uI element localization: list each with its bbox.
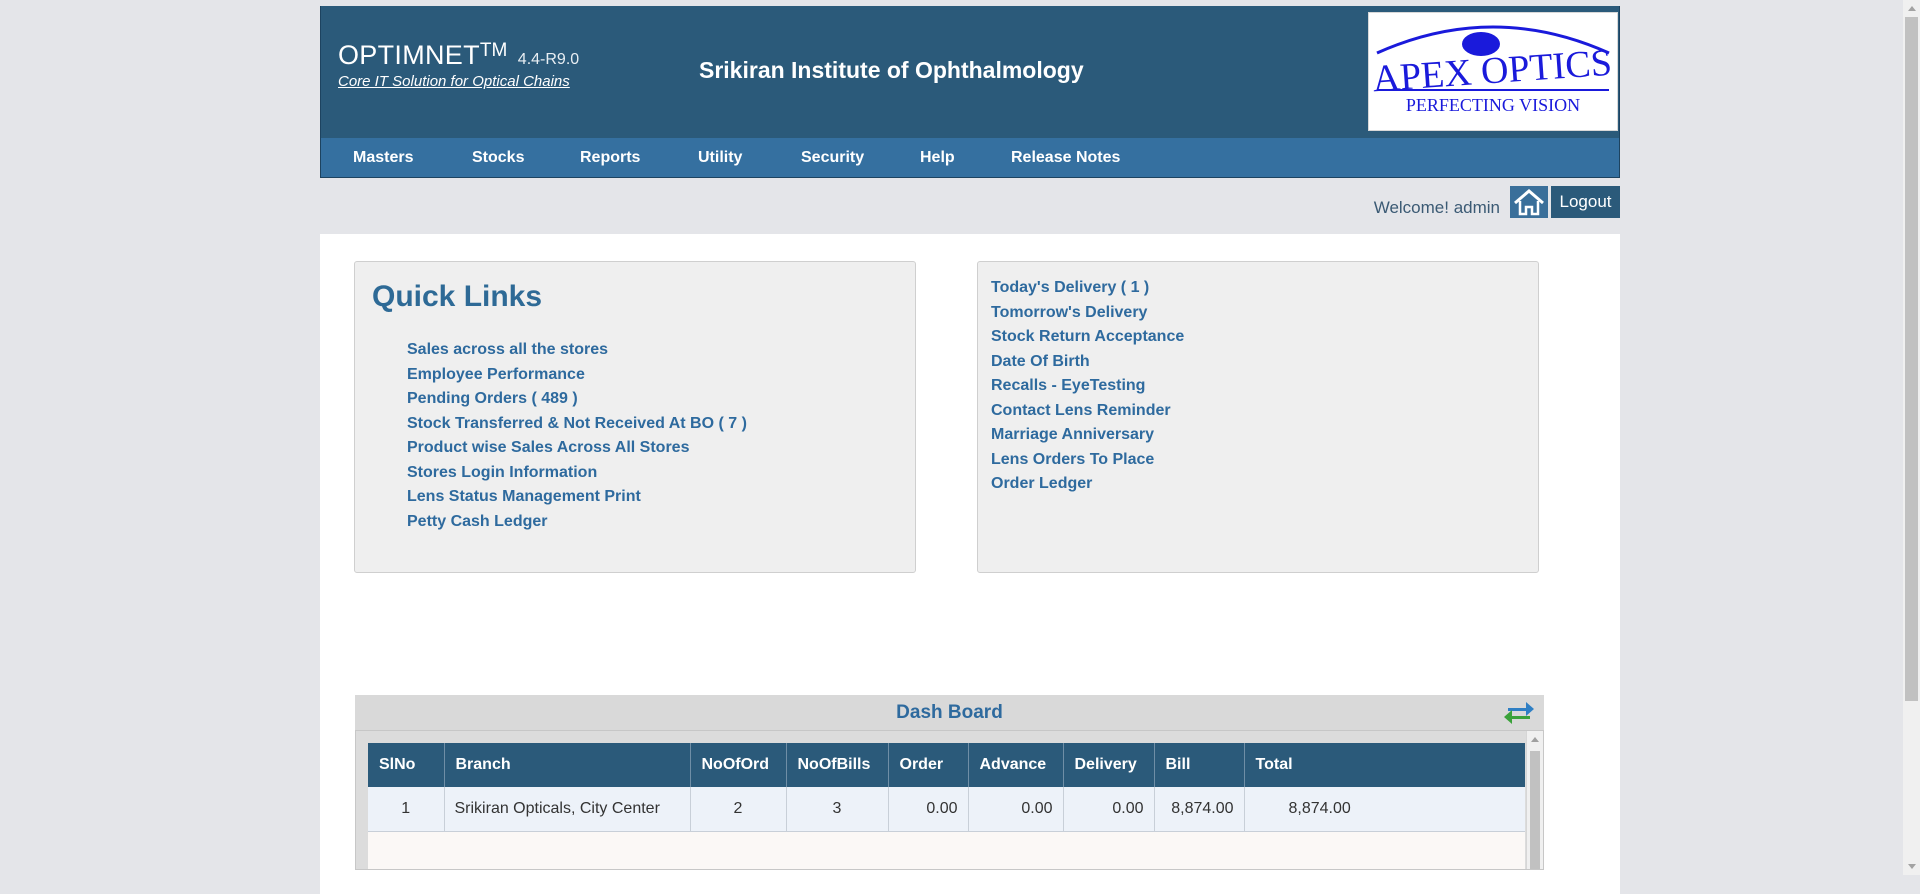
quick-link-product-wise-sales[interactable]: Product wise Sales Across All Stores [407, 436, 747, 461]
company-logo: APEX OPTICS PERFECTING VISION [1368, 12, 1618, 131]
cell-order: 0.00 [888, 787, 969, 832]
col-header-slno[interactable]: SlNo [368, 743, 445, 787]
dashboard-header: Dash Board [355, 695, 1544, 730]
nav-help[interactable]: Help [920, 138, 955, 177]
logo-text-sub: PERFECTING VISION [1406, 95, 1580, 115]
main-content: Quick Links Sales across all the stores … [320, 234, 1620, 894]
quick-link-pending-orders[interactable]: Pending Orders ( 489 ) [407, 387, 747, 412]
col-header-advance[interactable]: Advance [968, 743, 1064, 787]
quick-links-panel: Quick Links Sales across all the stores … [354, 261, 916, 573]
quick-links-list: Sales across all the stores Employee Per… [407, 338, 747, 534]
col-header-delivery[interactable]: Delivery [1063, 743, 1155, 787]
page-scroll-down-icon[interactable] [1908, 864, 1916, 869]
nav-release-notes[interactable]: Release Notes [1011, 138, 1120, 177]
app-header: OPTIMNETTM 4.4-R9.0 Core IT Solution for… [320, 6, 1620, 138]
table-scrollbar[interactable] [1526, 731, 1543, 869]
page-scrollbar-thumb[interactable] [1905, 17, 1918, 701]
app-tagline-link[interactable]: Core IT Solution for Optical Chains [338, 73, 579, 90]
trademark-mark: TM [479, 39, 508, 61]
page-scroll-up-icon[interactable] [1908, 6, 1916, 11]
nav-reports[interactable]: Reports [580, 138, 640, 177]
quick-link-lens-status[interactable]: Lens Status Management Print [407, 485, 747, 510]
home-icon [1514, 189, 1544, 216]
nav-security[interactable]: Security [801, 138, 864, 177]
app-version: 4.4-R9.0 [517, 51, 580, 68]
dashboard-table: SlNo Branch NoOfOrd NoOfBills Order Adva… [368, 743, 1525, 832]
reminder-order-ledger[interactable]: Order Ledger [991, 472, 1184, 497]
dashboard-table-viewport: SlNo Branch NoOfOrd NoOfBills Order Adva… [368, 743, 1525, 869]
reminder-stock-return[interactable]: Stock Return Acceptance [991, 325, 1184, 350]
reminders-list: Today's Delivery ( 1 ) Tomorrow's Delive… [991, 276, 1184, 497]
nav-masters[interactable]: Masters [353, 138, 413, 177]
quick-link-stores-login[interactable]: Stores Login Information [407, 461, 747, 486]
page-scrollbar[interactable] [1903, 0, 1920, 875]
col-header-nooford[interactable]: NoOfOrd [690, 743, 787, 787]
refresh-icon [1504, 702, 1534, 724]
reminder-contact-lens[interactable]: Contact Lens Reminder [991, 399, 1184, 424]
nav-utility[interactable]: Utility [698, 138, 742, 177]
nav-stocks[interactable]: Stocks [472, 138, 524, 177]
table-header-row: SlNo Branch NoOfOrd NoOfBills Order Adva… [368, 743, 1525, 787]
reminders-panel: Today's Delivery ( 1 ) Tomorrow's Delive… [977, 261, 1539, 573]
cell-noofbills: 3 [786, 787, 889, 832]
col-header-bill[interactable]: Bill [1154, 743, 1245, 787]
organization-name: Srikiran Institute of Ophthalmology [699, 57, 1084, 83]
brand: OPTIMNETTM 4.4-R9.0 Core IT Solution for… [338, 40, 579, 90]
reminder-todays-delivery[interactable]: Today's Delivery ( 1 ) [991, 276, 1184, 301]
user-bar: Welcome! admin Logout [1220, 186, 1620, 218]
reminder-recalls-eyetesting[interactable]: Recalls - EyeTesting [991, 374, 1184, 399]
cell-bill: 8,874.00 [1154, 787, 1245, 832]
cell-nooford: 2 [690, 787, 787, 832]
logo-text-main: APEX OPTICS [1371, 42, 1613, 101]
app-name: OPTIMNET [338, 40, 480, 70]
scroll-up-arrow-icon[interactable] [1531, 737, 1539, 742]
dashboard-table-container: SlNo Branch NoOfOrd NoOfBills Order Adva… [355, 730, 1544, 870]
quick-link-sales-all-stores[interactable]: Sales across all the stores [407, 338, 747, 363]
dashboard-title: Dash Board [896, 702, 1003, 723]
col-header-order[interactable]: Order [888, 743, 969, 787]
reminder-tomorrows-delivery[interactable]: Tomorrow's Delivery [991, 301, 1184, 326]
cell-total-value: 8,874.00 [1288, 799, 1351, 817]
cell-delivery: 0.00 [1063, 787, 1155, 832]
col-header-total[interactable]: Total [1244, 743, 1525, 787]
main-nav: Masters Stocks Reports Utility Security … [320, 138, 1620, 178]
cell-branch: Srikiran Opticals, City Center [444, 787, 691, 832]
cell-total: 8,874.00 [1244, 787, 1525, 832]
welcome-text: Welcome! admin [1373, 198, 1500, 217]
quick-link-employee-performance[interactable]: Employee Performance [407, 363, 747, 388]
reminder-date-of-birth[interactable]: Date Of Birth [991, 350, 1184, 375]
reminder-lens-orders[interactable]: Lens Orders To Place [991, 448, 1184, 473]
col-header-noofbills[interactable]: NoOfBills [786, 743, 889, 787]
cell-slno: 1 [368, 787, 445, 832]
quick-link-stock-transferred[interactable]: Stock Transferred & Not Received At BO (… [407, 412, 747, 437]
col-header-branch[interactable]: Branch [444, 743, 691, 787]
table-scrollbar-thumb[interactable] [1530, 751, 1540, 869]
logout-button[interactable]: Logout [1551, 186, 1620, 218]
reminder-marriage-anniversary[interactable]: Marriage Anniversary [991, 423, 1184, 448]
quick-links-title: Quick Links [372, 280, 543, 313]
home-button[interactable] [1510, 186, 1548, 218]
quick-link-petty-cash[interactable]: Petty Cash Ledger [407, 510, 747, 535]
table-row[interactable]: 1 Srikiran Opticals, City Center 2 3 0.0… [368, 787, 1525, 832]
refresh-button[interactable] [1502, 697, 1536, 727]
cell-advance: 0.00 [968, 787, 1064, 832]
